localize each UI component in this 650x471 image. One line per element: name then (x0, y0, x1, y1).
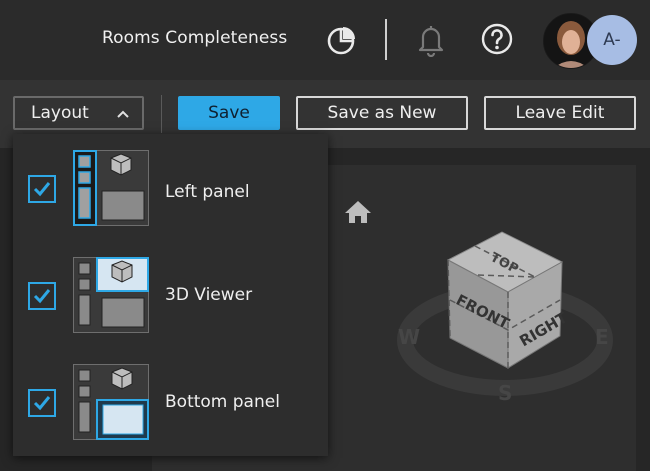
bottom-panel-label: Bottom panel (165, 392, 280, 412)
compass-south: S (498, 381, 512, 405)
bell-icon[interactable] (415, 23, 447, 61)
compass-west: W (398, 325, 420, 349)
layout-button-label: Layout (31, 103, 89, 123)
3d-viewer-checkbox[interactable] (28, 282, 56, 310)
3d-viewer-label: 3D Viewer (165, 285, 253, 305)
layout-menu-item-left-panel[interactable]: Left panel (13, 138, 328, 238)
viewcube[interactable]: W E S TOP FRONT RIGHT (390, 220, 620, 414)
left-panel-checkbox[interactable] (28, 175, 56, 203)
save-button[interactable]: Save (178, 96, 280, 130)
save-as-new-button[interactable]: Save as New (296, 96, 468, 130)
layout-menu: Left panel 3D Viewer Bottom panel (13, 134, 328, 456)
header-divider (385, 19, 387, 60)
check-icon (33, 396, 51, 411)
bottom-panel-thumbnail (73, 364, 149, 440)
left-panel-label: Left panel (165, 182, 250, 202)
pie-chart-icon[interactable] (326, 24, 358, 60)
chevron-up-icon (116, 106, 130, 126)
check-icon (33, 182, 51, 197)
left-panel-thumbnail (73, 150, 149, 226)
compass-east: E (595, 325, 609, 349)
toolbar-divider (161, 95, 162, 133)
check-icon (33, 289, 51, 304)
page-title: Rooms Completeness (102, 28, 288, 48)
bottom-panel-checkbox[interactable] (28, 389, 56, 417)
user-initials-avatar[interactable]: A- (587, 15, 637, 65)
home-icon[interactable] (343, 199, 373, 229)
help-icon[interactable] (480, 22, 514, 60)
layout-dropdown-button[interactable]: Layout (13, 96, 144, 130)
layout-menu-item-bottom-panel[interactable]: Bottom panel (13, 354, 328, 454)
leave-edit-button[interactable]: Leave Edit (484, 96, 636, 130)
app-header: Rooms Completeness A- (0, 0, 650, 80)
3d-viewer-thumbnail (73, 257, 149, 333)
layout-menu-item-3d-viewer[interactable]: 3D Viewer (13, 246, 328, 346)
